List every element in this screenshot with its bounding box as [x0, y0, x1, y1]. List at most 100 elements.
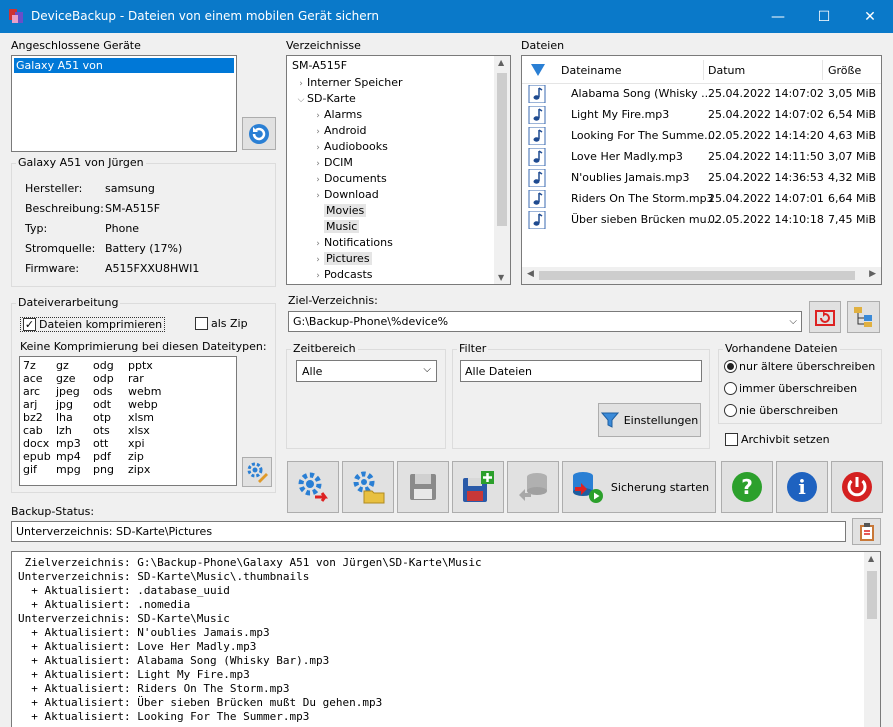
tree-item[interactable]: Movies [312, 203, 367, 219]
minimize-button[interactable]: — [755, 0, 801, 33]
title-bar[interactable]: DeviceBackup - Dateien von einem mobilen… [0, 0, 893, 33]
tree-scroll-thumb[interactable] [497, 73, 507, 226]
file-row[interactable]: N'oublies Jamais.mp3 25.04.2022 14:36:53… [522, 167, 876, 188]
file-hscrollbar[interactable]: ◀ ▶ [522, 267, 881, 284]
directory-tree[interactable]: SM-A515F › Interner Speicher ⌵ SD-Karte › Ala… [286, 55, 511, 285]
existing-option-label: nur ältere überschreiben [739, 360, 876, 373]
chevron-right-icon[interactable]: › [312, 156, 324, 172]
status-value: Unterverzeichnis: SD-Karte\Pictures [16, 525, 213, 538]
tree-root[interactable]: SM-A515F [292, 58, 347, 74]
chevron-right-icon[interactable]: › [312, 124, 324, 140]
chevron-right-icon[interactable]: › [295, 76, 307, 92]
target-combobox[interactable]: G:\Backup-Phone\%device% ⌵ [288, 311, 802, 332]
filter-title: Filter [457, 342, 489, 355]
folder-refresh-icon [815, 310, 835, 326]
tree-item[interactable]: › Notifications [312, 235, 393, 251]
file-size: 6,64 MiB [828, 192, 877, 205]
col-size[interactable]: Größe [828, 64, 861, 77]
file-type: ots [93, 424, 110, 437]
exit-button[interactable] [831, 461, 883, 513]
chevron-right-icon[interactable]: › [312, 188, 324, 204]
svg-text:i: i [798, 475, 806, 499]
maximize-button[interactable]: ☐ [801, 0, 847, 33]
target-browse-button[interactable] [847, 301, 880, 333]
file-type: ott [93, 437, 109, 450]
log-line: + Aktualisiert: .database_uuid [18, 584, 230, 597]
existing-option[interactable]: nie überschreiben [724, 404, 838, 417]
file-row[interactable]: Love Her Madly.mp3 25.04.2022 14:11:50 3… [522, 146, 876, 167]
tree-item[interactable]: › Audiobooks [312, 139, 388, 155]
refresh-devices-button[interactable] [242, 117, 276, 150]
existing-option[interactable]: nur ältere überschreiben [724, 360, 875, 373]
log-scrollbar[interactable]: ▲ [864, 552, 880, 727]
file-type: mp4 [56, 450, 81, 463]
tree-item-label: Documents [324, 172, 387, 185]
tree-item[interactable]: › DCIM [312, 155, 353, 171]
save-button[interactable] [397, 461, 449, 513]
chevron-right-icon[interactable]: › [312, 172, 324, 188]
edit-types-button[interactable] [242, 457, 272, 487]
app-icon [9, 9, 23, 23]
status-label: Backup-Status: [11, 505, 95, 518]
close-button[interactable]: ✕ [847, 0, 893, 33]
compress-checkbox[interactable]: ✓ Dateien komprimieren [20, 317, 166, 332]
file-type: cab [23, 424, 43, 437]
floppy-add-icon [463, 471, 494, 502]
tree-item[interactable]: › Android [312, 123, 366, 140]
file-type: gze [56, 372, 76, 385]
tree-item[interactable]: › Documents [312, 171, 387, 187]
tree-item[interactable]: › Interner Speicher [295, 75, 402, 91]
radio-icon [724, 360, 737, 373]
file-type: lzh [56, 424, 72, 437]
tree-item[interactable]: › Podcasts [312, 267, 372, 284]
col-date[interactable]: Datum [708, 64, 745, 77]
chevron-right-icon[interactable]: › [312, 108, 324, 124]
start-backup-button[interactable]: Sicherung starten [562, 461, 716, 513]
log-line: + Aktualisiert: Alabama Song (Whisky Bar… [18, 654, 330, 667]
log-scroll-thumb[interactable] [867, 571, 877, 619]
file-size: 4,63 MiB [828, 129, 877, 142]
file-row[interactable]: Alabama Song (Whisky ... 25.04.2022 14:0… [522, 83, 876, 104]
add-save-button[interactable] [452, 461, 504, 513]
log-area[interactable]: Zielverzeichnis: G:\Backup-Phone\Galaxy … [11, 551, 881, 727]
timerange-select[interactable]: Alle ⌵ [296, 360, 437, 382]
sort-arrow-icon[interactable] [531, 64, 545, 76]
chevron-right-icon[interactable]: › [312, 252, 324, 268]
settings-folder-button[interactable] [342, 461, 394, 513]
filter-settings-button[interactable]: Einstellungen [598, 403, 701, 437]
chevron-right-icon[interactable]: › [312, 236, 324, 252]
info-button[interactable]: i [776, 461, 828, 513]
file-row[interactable]: Riders On The Storm.mp3 25.04.2022 14:07… [522, 188, 876, 209]
device-item[interactable]: Galaxy A51 von [14, 58, 234, 73]
col-name[interactable]: Dateiname [561, 64, 622, 77]
tree-item[interactable]: › Alarms [312, 107, 362, 123]
chevron-right-icon[interactable]: › [312, 268, 324, 284]
restore-button[interactable] [507, 461, 559, 513]
archive-checkbox[interactable]: Archivbit setzen [725, 433, 830, 446]
file-row[interactable]: Looking For The Summe... 02.05.2022 14:1… [522, 125, 876, 146]
tree-item[interactable]: › Pictures [312, 251, 372, 267]
tree-item[interactable]: › Download [312, 187, 379, 203]
help-button[interactable]: ? [721, 461, 773, 513]
file-row[interactable]: Über sieben Brücken mu... 02.05.2022 14:… [522, 209, 876, 230]
file-row[interactable]: Light My Fire.mp3 25.04.2022 14:07:02 6,… [522, 104, 876, 125]
chevron-right-icon[interactable]: › [312, 140, 324, 156]
zip-checkbox[interactable]: als Zip [195, 317, 248, 330]
filter-input[interactable]: Alle Dateien [460, 360, 702, 382]
tree-item-label: Notifications [324, 236, 393, 249]
file-hscroll-thumb[interactable] [539, 271, 855, 280]
scroll-right-icon: ▶ [869, 269, 876, 279]
target-history-button[interactable] [809, 301, 841, 333]
file-date: 25.04.2022 14:07:01 [708, 192, 824, 205]
log-line: + Aktualisiert: .nomedia [18, 598, 191, 611]
tree-item[interactable]: ⌵ SD-Karte [295, 91, 356, 107]
existing-option[interactable]: immer überschreiben [724, 382, 857, 395]
chevron-down-icon[interactable]: ⌵ [295, 92, 307, 108]
tree-item[interactable]: Music [312, 219, 360, 235]
settings-button[interactable] [287, 461, 339, 513]
file-types-box[interactable]: 7z gz odg pptx ace gze odp rar arc jpeg ods webm arj… [19, 356, 237, 486]
device-list[interactable]: Galaxy A51 von [11, 55, 237, 152]
tree-scrollbar[interactable]: ▲ ▼ [494, 56, 510, 284]
file-list[interactable]: Dateiname Datum Größe Alabama Song (Whis… [521, 55, 882, 285]
copy-log-button[interactable] [852, 518, 881, 545]
